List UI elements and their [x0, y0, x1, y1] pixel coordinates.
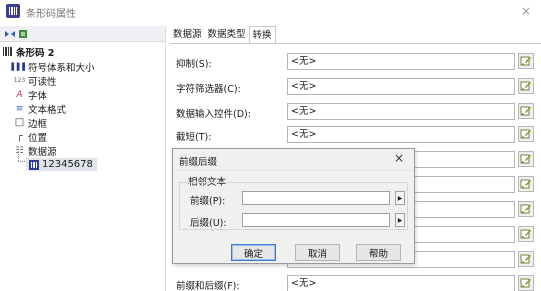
tab-data-source[interactable]: 数据源 — [170, 26, 205, 44]
tree-root-label: 条形码 2 — [16, 47, 55, 59]
property-label: 数据输入控件(D): — [176, 109, 251, 120]
font-icon: A — [16, 89, 23, 100]
tree-item-position[interactable]: ┌ 位置 — [14, 130, 48, 144]
edit-property-icon[interactable] — [518, 126, 534, 142]
window-close-icon[interactable]: × — [521, 4, 531, 18]
tree-options-icon[interactable] — [18, 29, 28, 39]
tree-root-barcode[interactable]: 条形码 2 — [2, 45, 55, 59]
tree-item-label: 文本格式 — [28, 104, 67, 116]
tree-item-border[interactable]: □ 边框 — [14, 116, 48, 130]
property-row: 截短(T): <无> — [170, 126, 541, 143]
tree-item-label: 边框 — [28, 118, 48, 130]
property-label: 前缀和后缀(F): — [176, 281, 240, 291]
property-row: 数据输入控件(D): <无> — [170, 103, 541, 120]
tree-item-symbology[interactable]: ▌▌▌ 符号体系和大小 — [11, 60, 95, 74]
tab-transform[interactable]: 转换 — [248, 26, 276, 44]
tree-item-label: 符号体系和大小 — [28, 62, 95, 74]
tree-connector-line — [18, 151, 19, 161]
window-title: 条形码属性 — [26, 9, 76, 20]
suffix-label: 后缀(U): — [190, 218, 227, 229]
prefix-insert-arrow-icon[interactable]: ▶ — [395, 191, 405, 205]
object-tree-panel: 条形码 2 ▌▌▌ 符号体系和大小 123 可读性 A 字体 ≡ 文本格式 □ … — [0, 26, 166, 291]
edit-property-icon[interactable] — [518, 201, 534, 217]
tree-item-label: 可读性 — [28, 76, 57, 88]
barcode-item-icon — [28, 159, 39, 170]
edit-property-icon[interactable] — [518, 53, 534, 69]
property-value-field[interactable]: <无> — [287, 78, 515, 95]
title-bar: 条形码属性 × — [0, 0, 541, 24]
help-button[interactable]: 帮助 — [356, 244, 401, 261]
suffix-insert-arrow-icon[interactable]: ▶ — [395, 213, 405, 227]
position-icon: ┌ — [16, 131, 23, 142]
tree-toolbar — [0, 26, 165, 42]
edit-property-icon[interactable] — [518, 103, 534, 119]
prefix-label: 前缀(P): — [190, 196, 226, 207]
tree-item-text-format[interactable]: ≡ 文本格式 — [14, 102, 67, 116]
edit-property-icon[interactable] — [518, 151, 534, 167]
tree-item-label: 数据源 — [28, 146, 57, 158]
barcode-app-icon — [6, 4, 20, 18]
barcode-bars-icon: ▌▌▌ — [11, 62, 28, 71]
dialog-divider — [173, 170, 414, 171]
cancel-button[interactable]: 取消 — [295, 244, 340, 261]
tree-item-12345678[interactable]: 12345678 — [26, 158, 97, 171]
edit-property-icon[interactable] — [518, 226, 534, 242]
edit-property-icon[interactable] — [518, 176, 534, 192]
property-row: 字符筛选器(C): <无> — [170, 78, 541, 95]
tab-data-type[interactable]: 数据类型 — [205, 26, 249, 44]
barcode-root-icon — [2, 47, 13, 57]
collapse-expand-icon[interactable] — [4, 29, 16, 39]
tree-item-label: 位置 — [28, 132, 48, 144]
property-label: 截短(T): — [176, 132, 212, 143]
dialog-title: 前缀后缀 — [179, 157, 218, 168]
edit-property-icon[interactable] — [518, 251, 534, 267]
ok-button[interactable]: 确定 — [231, 244, 276, 261]
border-icon: □ — [14, 117, 25, 128]
suffix-input[interactable] — [242, 213, 390, 227]
property-row: 抑制(S): <无> — [170, 53, 541, 70]
edit-property-icon[interactable] — [518, 78, 534, 94]
property-value-field[interactable]: <无> — [287, 103, 515, 120]
property-label: 抑制(S): — [176, 59, 212, 70]
property-value-field[interactable]: <无> — [287, 126, 515, 143]
text-format-icon: ≡ — [15, 103, 24, 114]
tab-divider — [170, 43, 541, 44]
tree-item-readability[interactable]: 123 可读性 — [13, 74, 57, 88]
tab-bar: 数据源 数据类型 转换 — [170, 26, 276, 44]
readability-icon: 123 — [13, 77, 26, 84]
tree-item-label: 字体 — [28, 90, 48, 102]
property-value-field[interactable]: <无> — [287, 275, 515, 291]
tree-connector-line — [18, 161, 25, 162]
prefix-input[interactable] — [242, 191, 390, 205]
tree-item-label: 12345678 — [42, 159, 93, 170]
data-source-icon: ☷ — [15, 145, 24, 156]
dialog-close-icon[interactable]: × — [394, 151, 404, 165]
prefix-suffix-dialog: 前缀后缀 × 相邻文本 前缀(P): ▶ 后缀(U): ▶ 确定 取消 帮助 — [172, 148, 415, 264]
property-row: 前缀和后缀(F): <无> — [170, 275, 541, 291]
property-value-field[interactable]: <无> — [287, 53, 515, 70]
edit-property-icon[interactable] — [518, 275, 534, 291]
property-label: 字符筛选器(C): — [176, 84, 241, 95]
tree-item-font[interactable]: A 字体 — [14, 88, 48, 102]
tree-item-data-source[interactable]: ☷ 数据源 — [14, 144, 57, 158]
